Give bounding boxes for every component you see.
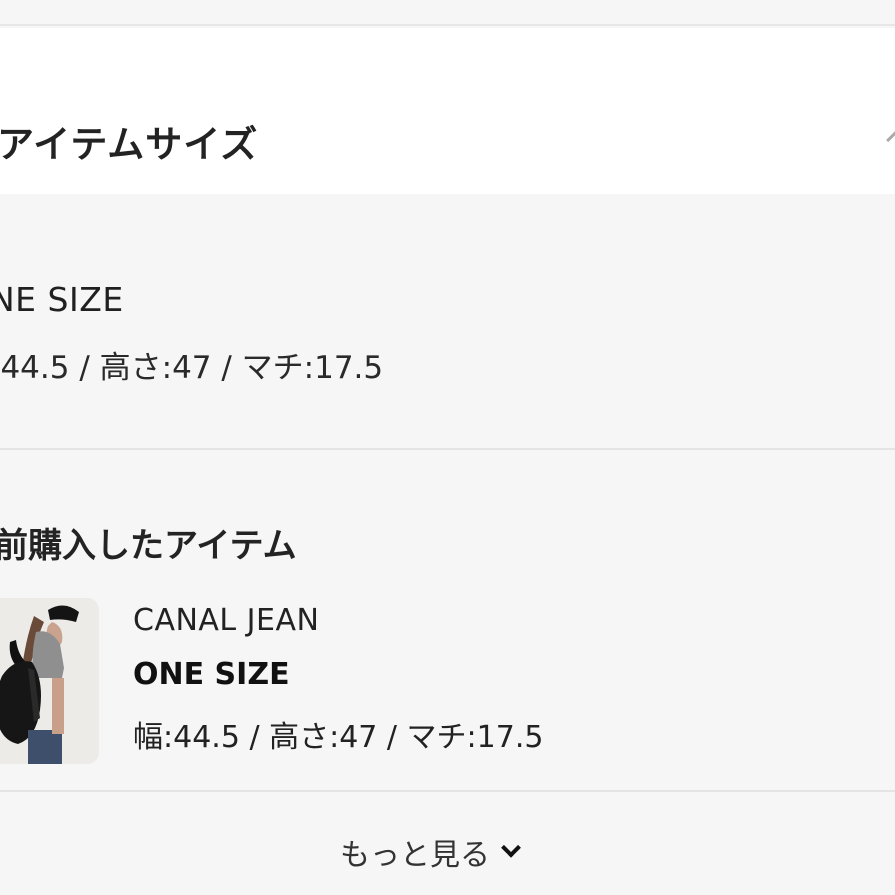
show-more-label: もっと見る bbox=[340, 838, 490, 873]
chevron-up-icon[interactable] bbox=[886, 130, 895, 150]
top-strip bbox=[0, 0, 895, 26]
item-size: ONE SIZE bbox=[133, 657, 290, 692]
product-thumbnail[interactable] bbox=[0, 598, 99, 764]
purchase-history-title: 前購入したアイテム bbox=[0, 526, 297, 566]
selected-size-detail: :44.5 / 高さ:47 / マチ:17.5 bbox=[0, 350, 384, 386]
page: アイテムサイズ NE SIZE :44.5 / 高さ:47 / マチ:17.5 … bbox=[0, 0, 895, 895]
product-photo bbox=[0, 598, 99, 764]
selected-size-name: NE SIZE bbox=[0, 280, 124, 319]
item-detail: 幅:44.5 / 高さ:47 / マチ:17.5 bbox=[133, 720, 544, 755]
divider bbox=[0, 790, 895, 792]
page-title: アイテムサイズ bbox=[0, 123, 259, 166]
item-size-header[interactable]: アイテムサイズ bbox=[0, 28, 895, 194]
item-brand: CANAL JEAN bbox=[133, 603, 320, 638]
show-more-button[interactable]: もっと見る bbox=[340, 828, 521, 876]
chevron-down-icon bbox=[501, 837, 521, 858]
selected-size-section bbox=[0, 194, 895, 450]
